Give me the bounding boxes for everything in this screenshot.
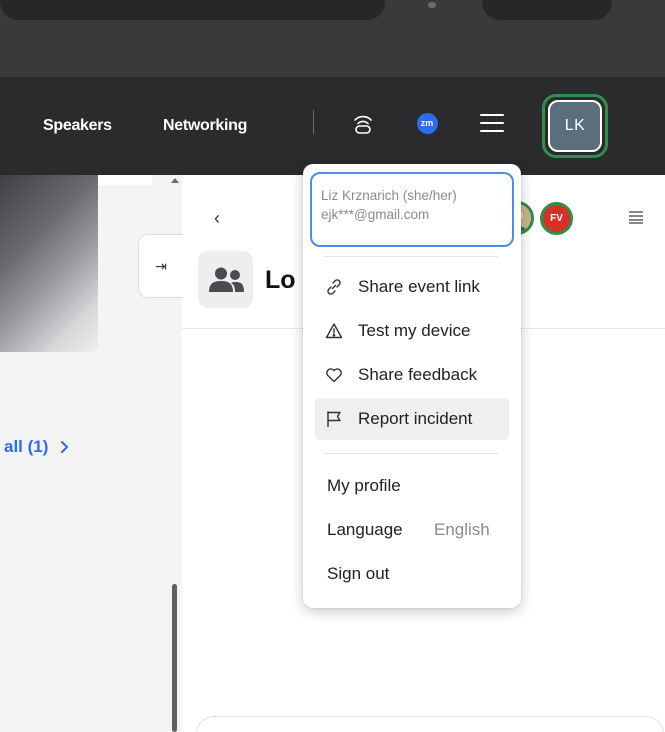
scrollbar-thumb[interactable] [172, 584, 177, 732]
scroll-up-arrow-icon[interactable] [171, 178, 179, 183]
top-pill-left [0, 0, 385, 20]
language-value: English [434, 520, 490, 539]
heart-icon [324, 365, 344, 385]
user-avatar: LK [548, 100, 602, 152]
back-chevron-icon[interactable]: ‹ [214, 208, 220, 229]
user-menu-dropdown: Liz Krznarich (she/her) ejk***@gmail.com… [303, 164, 521, 608]
event-navbar: Speakers Networking zm LK [0, 77, 665, 175]
event-banner-image [0, 175, 98, 352]
see-all-label: all (1) [4, 437, 49, 456]
nav-link-speakers[interactable]: Speakers [43, 117, 112, 135]
panel-title: Lo [265, 266, 296, 294]
language-item[interactable]: Language [327, 520, 403, 540]
chevron-right-icon [61, 441, 69, 453]
sign-out-item[interactable]: Sign out [327, 564, 389, 584]
collapse-panel-button[interactable]: ⇥ [138, 234, 183, 298]
top-pill-right [482, 0, 612, 20]
zm-badge: zm [416, 112, 438, 134]
top-mark [428, 2, 436, 8]
user-info-card[interactable]: Liz Krznarich (she/her) ejk***@gmail.com [310, 172, 514, 247]
share-feedback-label: Share feedback [358, 365, 478, 384]
banner-strip [98, 175, 152, 185]
group-icon-tile [198, 251, 253, 308]
participant-avatar-fv[interactable]: FV [540, 201, 573, 235]
my-profile-item[interactable]: My profile [327, 476, 401, 496]
list-view-icon[interactable] [628, 210, 644, 229]
report-incident-item[interactable]: Report incident [315, 398, 509, 440]
link-icon [324, 277, 344, 297]
warning-icon [324, 321, 344, 341]
nav-link-networking[interactable]: Networking [163, 117, 247, 135]
share-event-link-item[interactable]: Share event link [315, 266, 509, 308]
broadcast-icon[interactable] [345, 105, 381, 141]
bottom-card [196, 716, 664, 732]
menu-divider [324, 453, 498, 454]
user-avatar-button[interactable]: LK [542, 94, 608, 158]
nav-divider [313, 110, 314, 134]
user-email: ejk***@gmail.com [321, 207, 430, 222]
hamburger-menu-icon[interactable] [474, 105, 510, 141]
collapse-arrow-icon: ⇥ [155, 257, 167, 274]
zoom-app-icon[interactable]: zm [409, 105, 445, 141]
share-feedback-item[interactable]: Share feedback [315, 354, 509, 396]
see-all-link[interactable]: all (1) [4, 437, 69, 457]
people-group-icon [208, 267, 244, 292]
report-incident-label: Report incident [358, 409, 473, 428]
menu-divider [324, 256, 498, 257]
flag-icon [324, 409, 344, 429]
user-name: Liz Krznarich (she/her) [321, 188, 457, 203]
test-my-device-label: Test my device [358, 321, 471, 340]
share-event-link-label: Share event link [358, 277, 480, 296]
test-my-device-item[interactable]: Test my device [315, 310, 509, 352]
window-top-band [0, 0, 665, 77]
